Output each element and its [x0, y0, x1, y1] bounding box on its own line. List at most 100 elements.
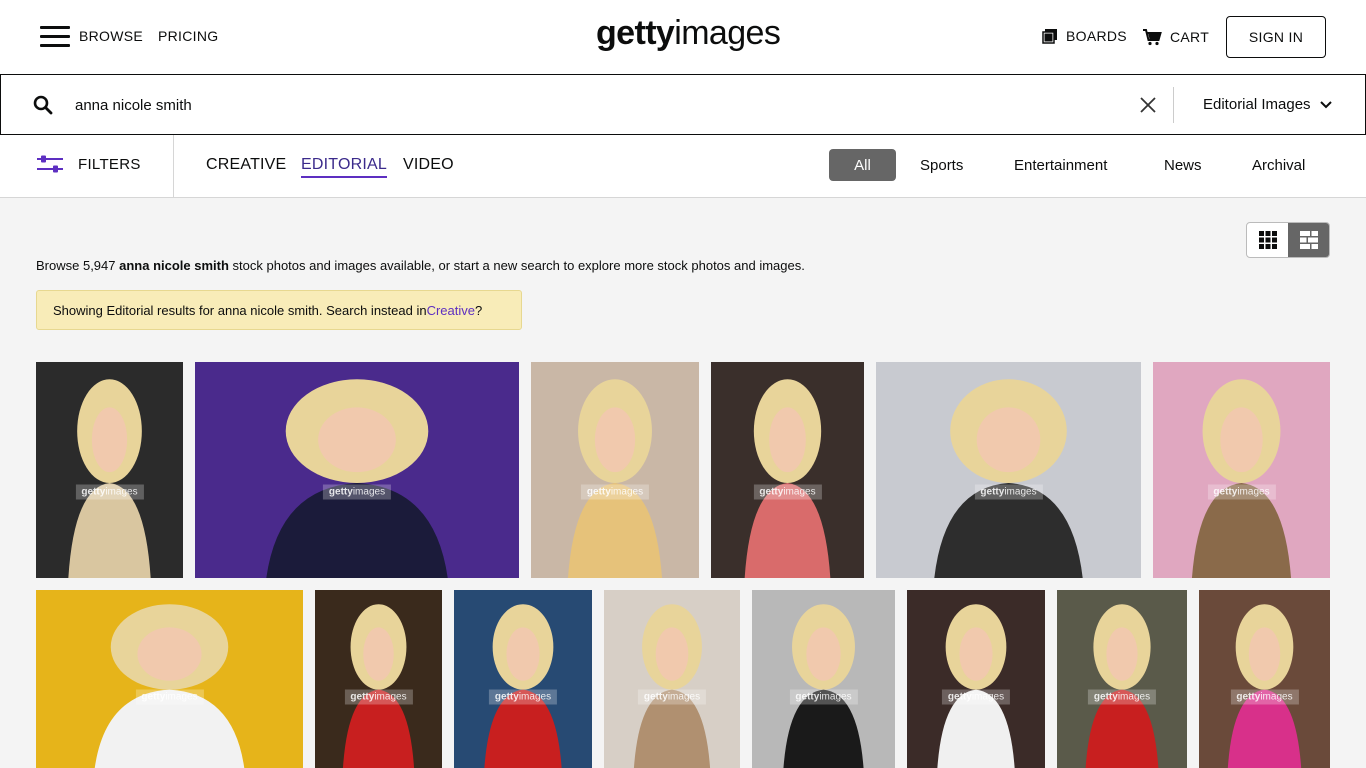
- tab-video[interactable]: VIDEO: [403, 156, 454, 176]
- results-summary: Browse 5,947 anna nicole smith stock pho…: [36, 258, 805, 273]
- watermark: gettyimages: [637, 689, 707, 705]
- photo-placeholder: [1227, 604, 1302, 768]
- face-shape: [594, 407, 636, 473]
- boards-icon: [1042, 29, 1057, 44]
- face-shape: [137, 627, 202, 681]
- face-shape: [655, 627, 689, 681]
- cart-link[interactable]: CART: [1142, 28, 1209, 46]
- image-result[interactable]: gettyimages: [876, 362, 1141, 578]
- hamburger-menu-icon[interactable]: [40, 26, 70, 48]
- summary-suffix: stock photos and images available, or st…: [228, 258, 805, 273]
- photo-placeholder: [633, 604, 711, 768]
- view-toggle: [1246, 222, 1330, 258]
- mosaic-view-button[interactable]: [1288, 223, 1329, 257]
- watermark: gettyimages: [974, 484, 1043, 500]
- boards-label: BOARDS: [1066, 28, 1127, 44]
- watermark: gettyimages: [1087, 689, 1157, 705]
- photo-placeholder: [94, 604, 245, 768]
- image-result[interactable]: gettyimages: [1199, 590, 1330, 768]
- image-result[interactable]: gettyimages: [1057, 590, 1187, 768]
- watermark: gettyimages: [1230, 689, 1299, 705]
- image-result[interactable]: gettyimages: [907, 590, 1045, 768]
- search-input[interactable]: [75, 93, 975, 117]
- face-shape: [976, 407, 1041, 473]
- photo-placeholder: [1191, 379, 1292, 578]
- watermark: gettyimages: [941, 689, 1011, 705]
- watermark: gettyimages: [580, 484, 650, 500]
- category-news[interactable]: News: [1164, 149, 1202, 181]
- filters-button[interactable]: FILTERS: [36, 155, 141, 173]
- creative-search-link[interactable]: Creative: [427, 303, 475, 318]
- gettyimages-logo[interactable]: gettyimages: [596, 14, 781, 53]
- logo-light-part: images: [674, 14, 781, 52]
- watermark: gettyimages: [789, 689, 858, 705]
- chevron-down-icon: [1319, 100, 1332, 108]
- watermark: gettyimages: [344, 689, 413, 705]
- cart-icon: [1143, 29, 1162, 46]
- image-result[interactable]: gettyimages: [195, 362, 519, 578]
- tab-editorial[interactable]: EDITORIAL: [301, 156, 387, 178]
- search-type-label: Editorial Images: [1203, 96, 1311, 113]
- search-divider: [1173, 87, 1174, 123]
- image-result[interactable]: gettyimages: [36, 362, 183, 578]
- face-shape: [806, 627, 841, 681]
- filter-bar: FILTERS CREATIVE EDITORIAL VIDEO All Spo…: [0, 135, 1366, 198]
- face-shape: [91, 407, 128, 473]
- notice-text: Showing Editorial results for anna nicol…: [53, 302, 427, 318]
- category-sports[interactable]: Sports: [920, 149, 963, 181]
- face-shape: [1248, 627, 1281, 681]
- face-shape: [363, 627, 394, 681]
- photo-placeholder: [567, 379, 663, 578]
- pricing-link[interactable]: PRICING: [158, 28, 218, 44]
- category-entertainment[interactable]: Entertainment: [1014, 149, 1107, 181]
- editorial-notice: Showing Editorial results for anna nicol…: [36, 290, 522, 330]
- search-bar: Editorial Images: [0, 74, 1366, 135]
- photo-placeholder: [266, 379, 448, 578]
- watermark: gettyimages: [322, 484, 392, 500]
- browse-link[interactable]: BROWSE: [79, 28, 143, 44]
- image-result[interactable]: gettyimages: [1153, 362, 1330, 578]
- image-result[interactable]: gettyimages: [752, 590, 895, 768]
- photo-placeholder: [1085, 604, 1159, 768]
- category-archival[interactable]: Archival: [1252, 149, 1305, 181]
- photo-placeholder: [937, 604, 1015, 768]
- summary-query: anna nicole smith: [119, 258, 229, 273]
- photo-placeholder: [68, 379, 151, 578]
- logo-bold-part: getty: [596, 14, 675, 52]
- notice-suffix: ?: [475, 302, 483, 318]
- image-result[interactable]: gettyimages: [315, 590, 442, 768]
- tab-creative[interactable]: CREATIVE: [206, 156, 286, 176]
- boards-link[interactable]: BOARDS: [1042, 28, 1127, 44]
- watermark: gettyimages: [1207, 484, 1276, 500]
- face-shape: [959, 627, 993, 681]
- watermark: gettyimages: [135, 689, 204, 705]
- face-shape: [1220, 407, 1263, 473]
- cart-label: CART: [1170, 29, 1210, 45]
- sign-in-button[interactable]: SIGN IN: [1226, 16, 1326, 58]
- grid-view-button[interactable]: [1247, 223, 1288, 257]
- category-all[interactable]: All: [829, 149, 896, 181]
- face-shape: [318, 407, 396, 473]
- image-result[interactable]: gettyimages: [531, 362, 699, 578]
- image-result[interactable]: gettyimages: [711, 362, 864, 578]
- top-header: BROWSE PRICING gettyimages BOARDS CART S…: [0, 0, 1366, 74]
- photo-placeholder: [342, 604, 415, 768]
- search-type-dropdown[interactable]: Editorial Images: [1203, 96, 1333, 113]
- image-result[interactable]: gettyimages: [36, 590, 303, 768]
- image-result[interactable]: gettyimages: [604, 590, 740, 768]
- face-shape: [506, 627, 540, 681]
- image-result[interactable]: gettyimages: [454, 590, 592, 768]
- mosaic-icon: [1299, 231, 1318, 249]
- clear-search-icon[interactable]: [1138, 95, 1158, 115]
- grid-icon: [1258, 231, 1277, 249]
- watermark: gettyimages: [488, 689, 558, 705]
- summary-prefix: Browse 5,947: [36, 258, 120, 273]
- photo-placeholder: [783, 604, 864, 768]
- search-icon[interactable]: [33, 95, 53, 115]
- filters-label: FILTERS: [78, 155, 141, 173]
- photo-placeholder: [484, 604, 562, 768]
- photo-placeholder: [744, 379, 831, 578]
- filter-divider: [173, 135, 174, 198]
- face-shape: [769, 407, 806, 473]
- photo-placeholder: [934, 379, 1083, 578]
